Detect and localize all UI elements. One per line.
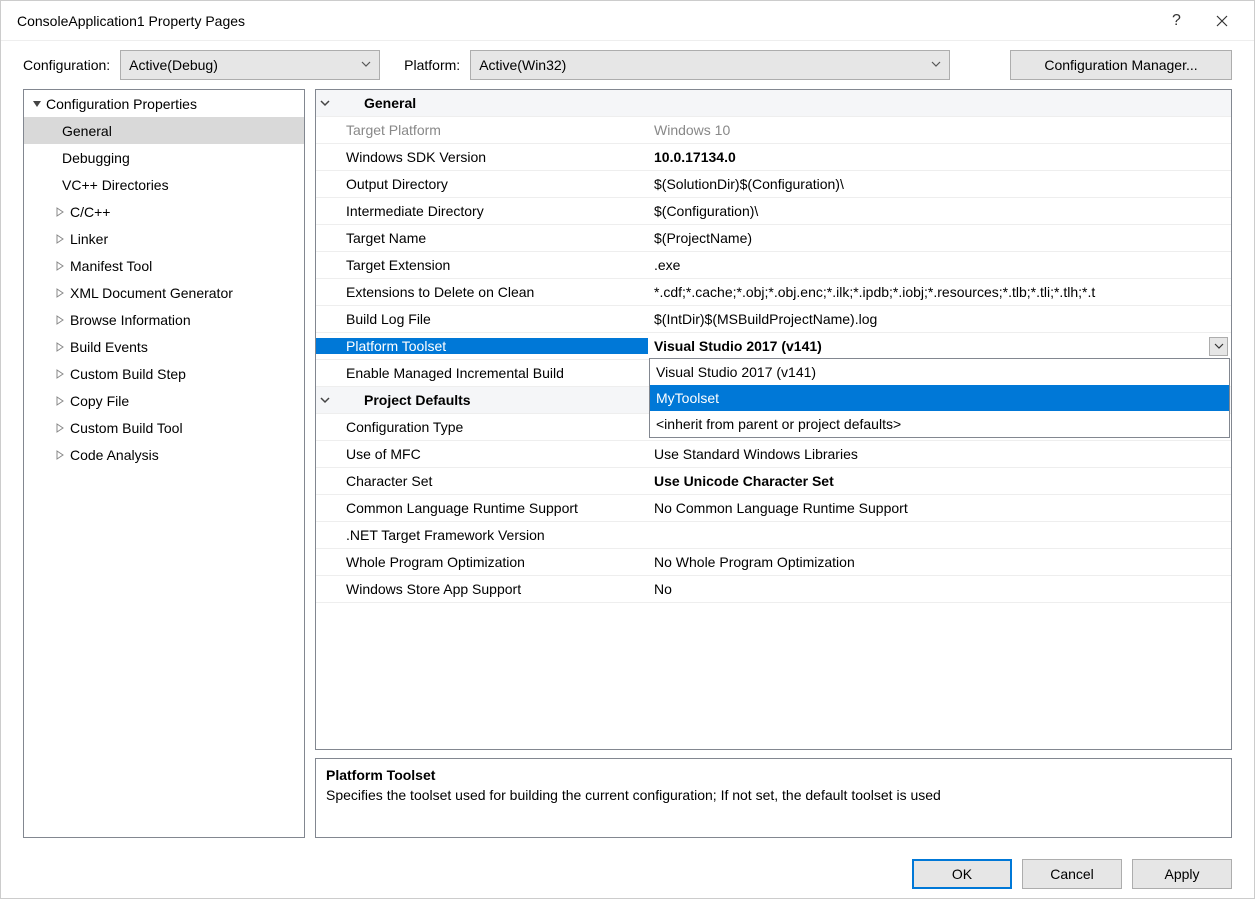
toolbar: Configuration: Active(Debug) Platform: A… [1, 41, 1254, 89]
collapse-icon [316, 98, 334, 108]
tree-item-copyfile[interactable]: Copy File [24, 387, 304, 414]
tree-item-custombuildtool[interactable]: Custom Build Tool [24, 414, 304, 441]
tree-item-buildevents[interactable]: Build Events [24, 333, 304, 360]
tree-item-ccpp[interactable]: C/C++ [24, 198, 304, 225]
chevron-down-icon [931, 59, 941, 72]
prop-build-log[interactable]: Build Log File$(IntDir)$(MSBuildProjectN… [316, 306, 1231, 333]
property-pages-window: ConsoleApplication1 Property Pages ? Con… [0, 0, 1255, 899]
prop-netfw[interactable]: .NET Target Framework Version [316, 522, 1231, 549]
prop-store[interactable]: Windows Store App SupportNo [316, 576, 1231, 603]
collapse-icon [32, 99, 46, 109]
prop-ext-delete[interactable]: Extensions to Delete on Clean*.cdf;*.cac… [316, 279, 1231, 306]
expand-icon [56, 450, 70, 460]
description-text: Specifies the toolset used for building … [326, 787, 1221, 803]
platform-value: Active(Win32) [479, 57, 566, 73]
expand-icon [56, 423, 70, 433]
expand-icon [56, 369, 70, 379]
toolset-dropdown[interactable]: Visual Studio 2017 (v141) MyToolset <inh… [649, 358, 1230, 438]
prop-int-dir[interactable]: Intermediate Directory$(Configuration)\ [316, 198, 1231, 225]
tree-item-manifest[interactable]: Manifest Tool [24, 252, 304, 279]
tree-item-linker[interactable]: Linker [24, 225, 304, 252]
configuration-label: Configuration: [23, 57, 110, 73]
tree-item-debugging[interactable]: Debugging [24, 144, 304, 171]
tree-root[interactable]: Configuration Properties [24, 90, 304, 117]
platform-combo[interactable]: Active(Win32) [470, 50, 950, 80]
prop-platform-toolset[interactable]: Platform Toolset Visual Studio 2017 (v14… [316, 333, 1231, 360]
close-button[interactable] [1199, 6, 1244, 36]
platform-label: Platform: [404, 57, 460, 73]
prop-wpo[interactable]: Whole Program OptimizationNo Whole Progr… [316, 549, 1231, 576]
apply-button[interactable]: Apply [1132, 859, 1232, 889]
prop-charset[interactable]: Character SetUse Unicode Character Set [316, 468, 1231, 495]
description-panel: Platform Toolset Specifies the toolset u… [315, 758, 1232, 838]
prop-target-ext[interactable]: Target Extension.exe [316, 252, 1231, 279]
dropdown-option[interactable]: MyToolset [650, 385, 1229, 411]
prop-sdk-version[interactable]: Windows SDK Version10.0.17134.0 [316, 144, 1231, 171]
category-tree[interactable]: Configuration Properties General Debuggi… [23, 89, 305, 838]
expand-icon [56, 288, 70, 298]
dropdown-option[interactable]: <inherit from parent or project defaults… [650, 411, 1229, 437]
window-title: ConsoleApplication1 Property Pages [11, 13, 1154, 29]
expand-icon [56, 207, 70, 217]
tree-item-codeanalysis[interactable]: Code Analysis [24, 441, 304, 468]
tree-item-xmldoc[interactable]: XML Document Generator [24, 279, 304, 306]
prop-clr[interactable]: Common Language Runtime SupportNo Common… [316, 495, 1231, 522]
expand-icon [56, 315, 70, 325]
configuration-value: Active(Debug) [129, 57, 218, 73]
cancel-button[interactable]: Cancel [1022, 859, 1122, 889]
prop-target-platform[interactable]: Target PlatformWindows 10 [316, 117, 1231, 144]
prop-output-dir[interactable]: Output Directory$(SolutionDir)$(Configur… [316, 171, 1231, 198]
expand-icon [56, 234, 70, 244]
tree-item-browse[interactable]: Browse Information [24, 306, 304, 333]
description-title: Platform Toolset [326, 767, 1221, 783]
dropdown-option[interactable]: Visual Studio 2017 (v141) [650, 359, 1229, 385]
prop-mfc[interactable]: Use of MFCUse Standard Windows Libraries [316, 441, 1231, 468]
platform-toolset-value: Visual Studio 2017 (v141) [654, 338, 822, 354]
titlebar: ConsoleApplication1 Property Pages ? [1, 1, 1254, 41]
configuration-manager-button[interactable]: Configuration Manager... [1010, 50, 1232, 80]
section-general[interactable]: General [316, 90, 1231, 117]
expand-icon [56, 342, 70, 352]
dialog-buttons: OK Cancel Apply [1, 850, 1254, 898]
collapse-icon [316, 395, 334, 405]
expand-icon [56, 396, 70, 406]
help-button[interactable]: ? [1154, 6, 1199, 36]
expand-icon [56, 261, 70, 271]
property-grid: General Target PlatformWindows 10 Window… [315, 89, 1232, 750]
tree-item-custombuildstep[interactable]: Custom Build Step [24, 360, 304, 387]
chevron-down-icon [361, 59, 371, 72]
tree-item-general[interactable]: General [24, 117, 304, 144]
ok-button[interactable]: OK [912, 859, 1012, 889]
tree-item-vcdirs[interactable]: VC++ Directories [24, 171, 304, 198]
configuration-combo[interactable]: Active(Debug) [120, 50, 380, 80]
prop-target-name[interactable]: Target Name$(ProjectName) [316, 225, 1231, 252]
dropdown-button[interactable] [1209, 337, 1228, 356]
